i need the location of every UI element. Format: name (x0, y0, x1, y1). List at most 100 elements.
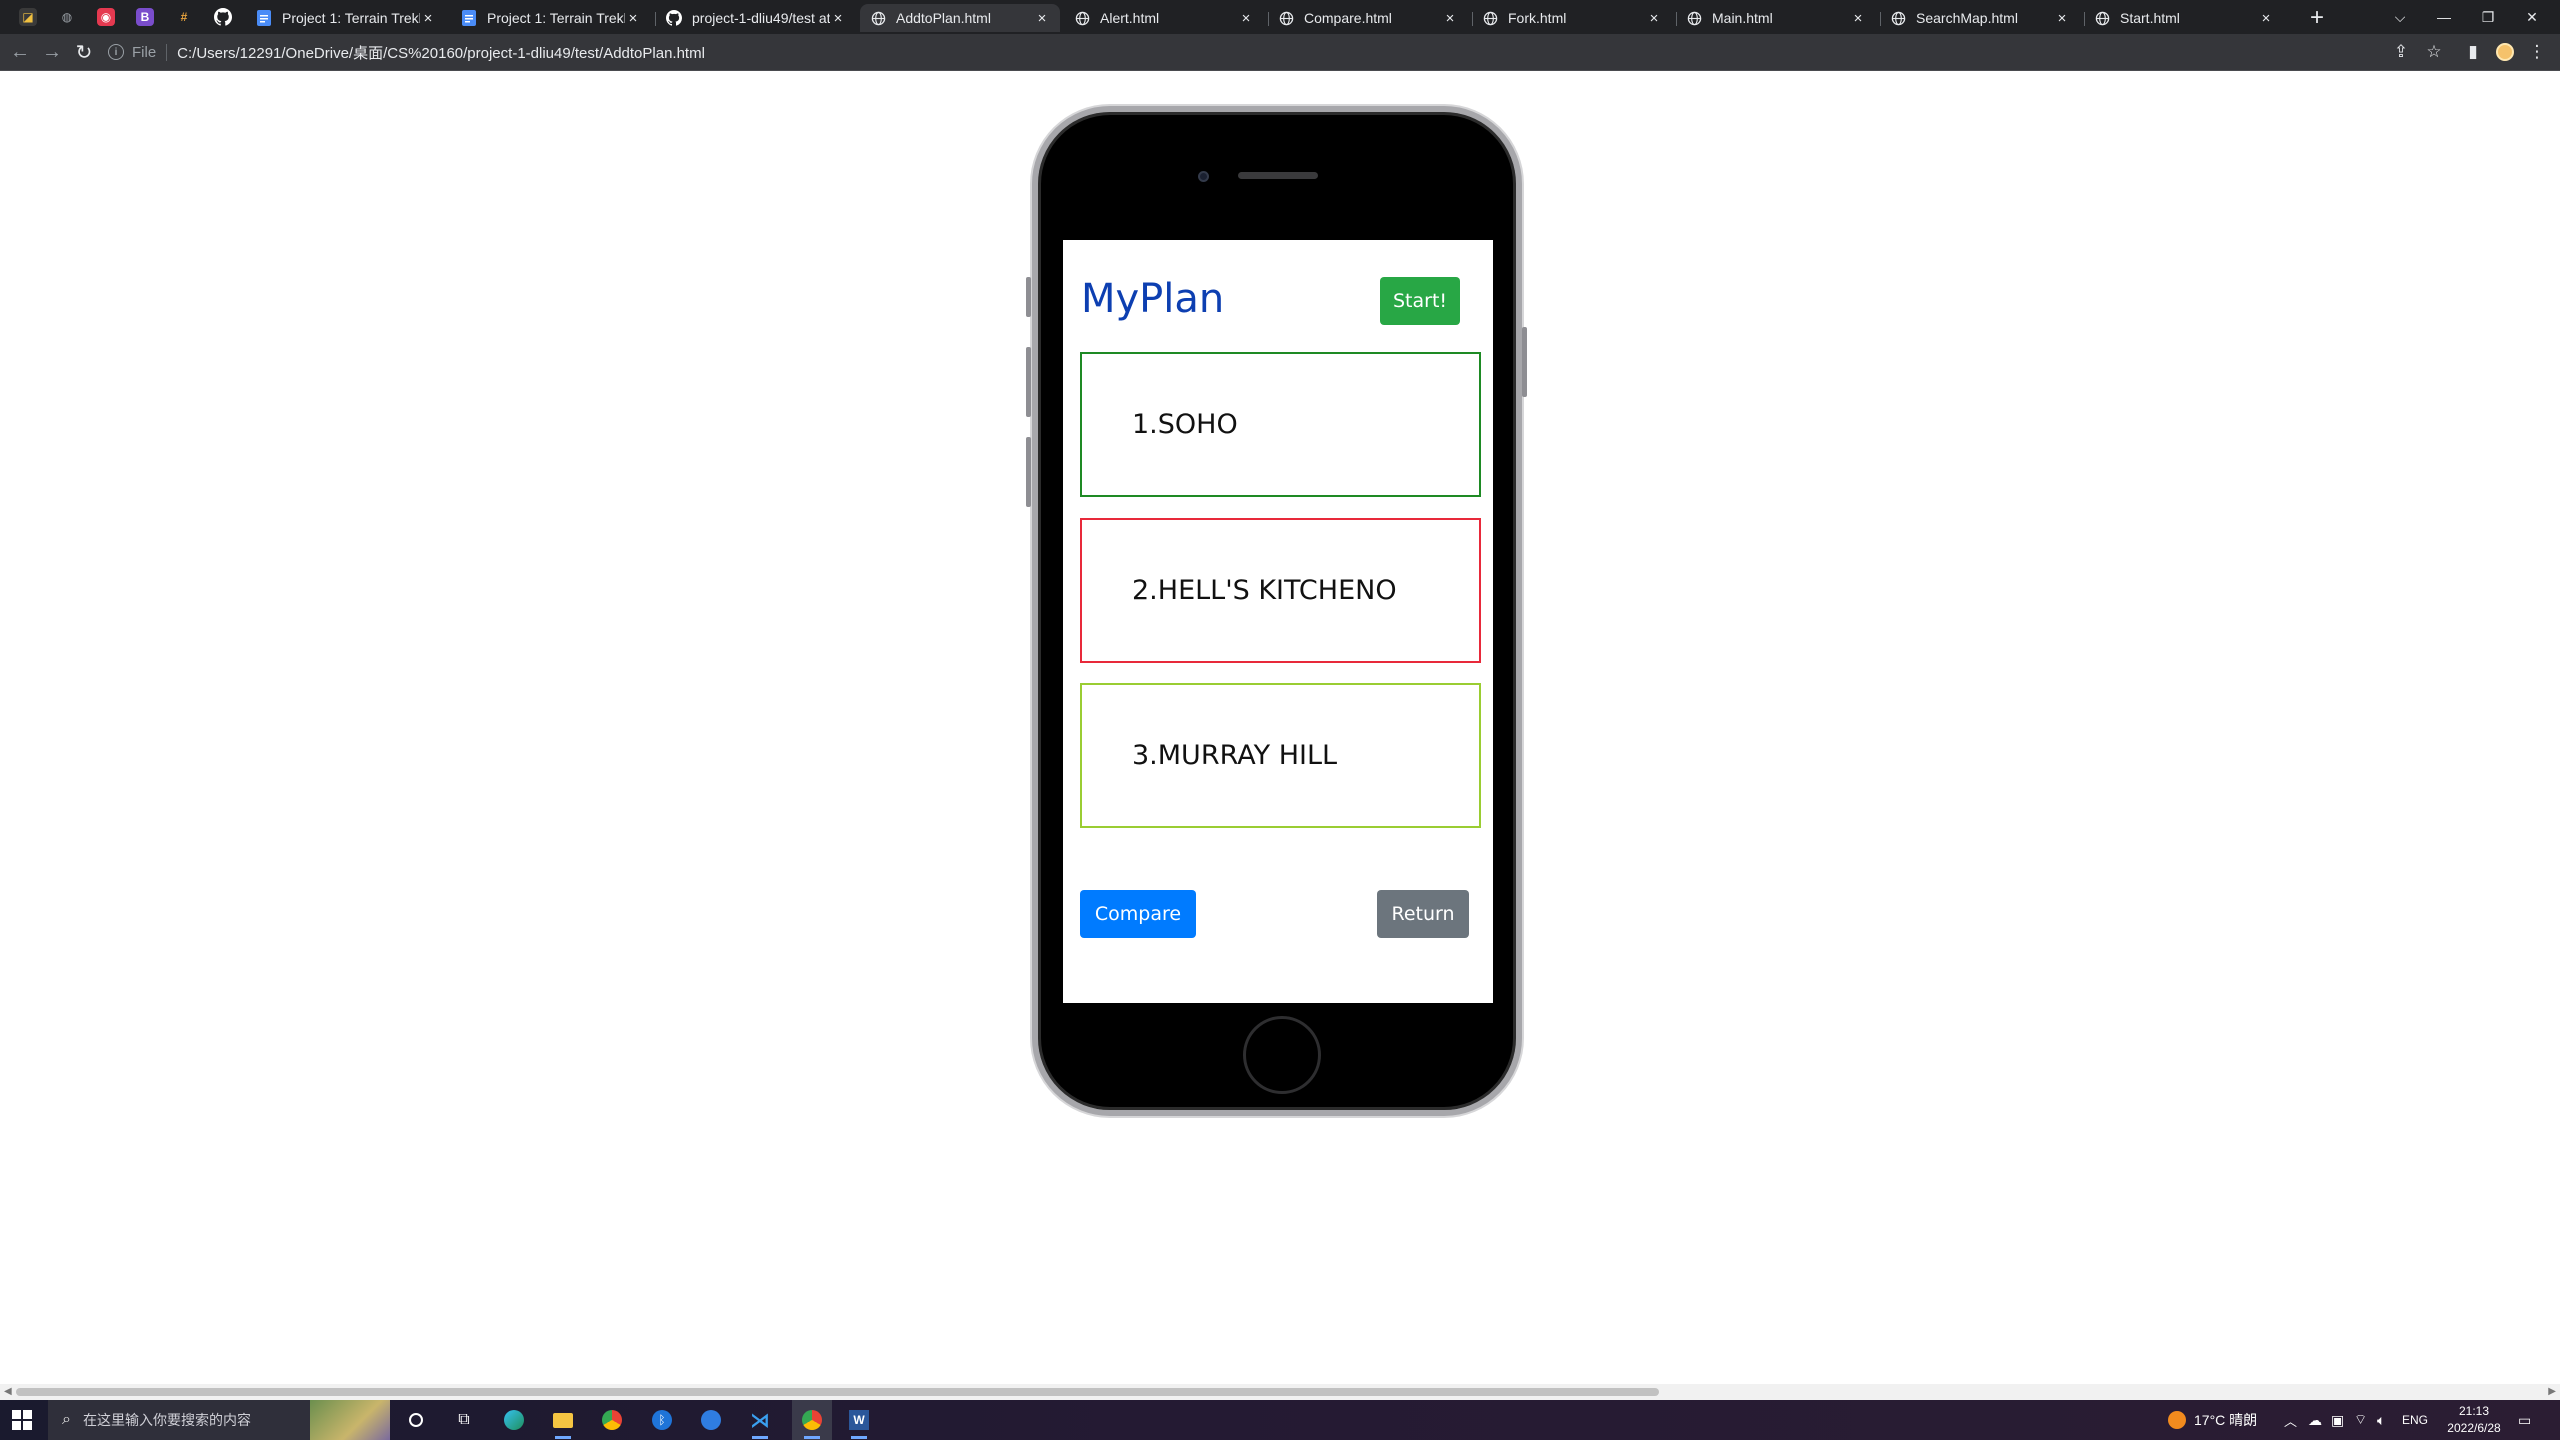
globe-icon (1074, 10, 1090, 26)
github-icon (214, 8, 232, 26)
scroll-left-arrow-icon[interactable]: ◀ (4, 1386, 12, 1397)
tab-searchmap[interactable]: SearchMap.html × (1880, 4, 2080, 32)
search-icon: ⌕ (62, 1411, 71, 1428)
back-arrow-icon[interactable]: ← (8, 40, 32, 64)
tab-compare[interactable]: Compare.html × (1268, 4, 1468, 32)
onedrive-icon[interactable]: ☁ (2308, 1400, 2322, 1440)
tab-github-repo[interactable]: project-1-dliu49/test at × (656, 4, 856, 32)
share-icon[interactable]: ⇪ (2390, 41, 2412, 63)
app-screen: MyPlan Start! 1.SOHO 2.HELL'S KITCHENO 3… (1063, 240, 1493, 1003)
globe-icon (1482, 10, 1498, 26)
tab-addtoplan[interactable]: AddtoPlan.html × (860, 4, 1060, 32)
file-explorer-icon[interactable] (549, 1406, 577, 1439)
pinned-app-icon-1: ◪ (19, 8, 37, 26)
menu-kebab-icon[interactable]: ⋮ (2526, 41, 2548, 63)
tab-label: Fork.html (1508, 10, 1567, 26)
show-hidden-icons-chevron-icon[interactable]: ︿ (2284, 1400, 2297, 1440)
pinned-tab-6[interactable] (208, 5, 238, 29)
phone-camera (1198, 171, 1209, 182)
system-clock[interactable]: 21:13 2022/6/28 (2440, 1403, 2508, 1437)
taskbar-search-box[interactable]: ⌕ 在这里输入你要搜索的内容 (48, 1400, 390, 1440)
pinned-tab-1[interactable]: ◪ (13, 5, 43, 29)
start-button[interactable]: Start! (1380, 277, 1460, 325)
side-panel-icon[interactable]: ▮ (2462, 41, 2484, 63)
close-icon[interactable]: × (1238, 10, 1254, 27)
horizontal-scrollbar[interactable]: ◀ ▶ (0, 1384, 2560, 1400)
tab-label: project-1-dliu49/test at (692, 10, 830, 26)
chrome-icon[interactable] (598, 1406, 626, 1434)
word-icon[interactable]: W (845, 1406, 873, 1439)
tab-project-doc-2[interactable]: Project 1: Terrain Trekker × (451, 4, 651, 32)
tab-project-doc-1[interactable]: Project 1: Terrain Trekker × (246, 4, 446, 32)
minimize-button[interactable]: — (2422, 0, 2466, 34)
new-tab-button[interactable]: + (2303, 4, 2331, 32)
bluetooth-app-icon[interactable]: ᛒ (648, 1406, 676, 1434)
close-icon[interactable]: × (1850, 10, 1866, 27)
close-icon[interactable]: × (2054, 10, 2070, 27)
pinned-tab-5[interactable]: # (169, 5, 199, 29)
scroll-right-arrow-icon[interactable]: ▶ (2548, 1386, 2556, 1397)
windows-start-icon[interactable] (12, 1410, 32, 1430)
clock-date: 2022/6/28 (2447, 1421, 2501, 1435)
pinned-tab-2[interactable]: ◍ (52, 5, 82, 29)
edge-icon[interactable] (500, 1406, 528, 1434)
docs-icon (256, 10, 272, 26)
docs-icon (461, 10, 477, 26)
url-text[interactable]: C:/Users/12291/OneDrive/桌面/CS%20160/proj… (177, 42, 705, 63)
tab-divider (655, 12, 656, 26)
volume-icon[interactable]: 🔈︎ (2377, 1400, 2385, 1440)
pinned-app-icon-3: ◉ (97, 8, 115, 26)
address-bar[interactable]: i File C:/Users/12291/OneDrive/桌面/CS%201… (108, 37, 2368, 67)
tab-label: Main.html (1712, 10, 1773, 26)
network-icon[interactable]: ⌔ (2354, 1400, 2367, 1440)
return-button[interactable]: Return (1377, 890, 1469, 938)
cortana-icon[interactable] (402, 1406, 430, 1434)
restore-button[interactable]: ❐ (2466, 0, 2510, 34)
globe-icon (1890, 10, 1906, 26)
plan-item-hells-kitchen[interactable]: 2.HELL'S KITCHENO (1080, 518, 1481, 663)
pinned-tab-3[interactable]: ◉ (91, 5, 121, 29)
bookmark-star-icon[interactable]: ☆ (2423, 41, 2445, 63)
remote-app-icon[interactable] (697, 1406, 725, 1434)
tab-label: Project 1: Terrain Trekker (282, 10, 420, 26)
pinned-app-icon-5: # (180, 10, 188, 24)
scrollbar-thumb[interactable] (16, 1388, 1659, 1396)
close-icon[interactable]: × (830, 10, 846, 27)
tab-search-chevron-icon[interactable]: ⌵ (2378, 0, 2422, 34)
globe-icon (870, 10, 886, 26)
display-icon[interactable]: ▣ (2331, 1400, 2344, 1440)
chrome-active-icon[interactable] (798, 1406, 826, 1439)
tab-divider (2084, 12, 2085, 26)
task-view-icon[interactable]: ⧉ (450, 1406, 478, 1434)
reload-icon[interactable]: ↻ (72, 40, 96, 64)
tab-label: Project 1: Terrain Trekker (487, 10, 625, 26)
phone-mute-switch (1026, 277, 1031, 317)
close-icon[interactable]: × (420, 10, 436, 27)
close-icon[interactable]: × (1442, 10, 1458, 27)
input-language[interactable]: ENG (2402, 1400, 2428, 1440)
phone-speaker (1238, 172, 1318, 179)
globe-icon (2094, 10, 2110, 26)
tab-main[interactable]: Main.html × (1676, 4, 1876, 32)
close-icon[interactable]: × (2258, 10, 2274, 27)
info-icon[interactable]: i (108, 44, 124, 60)
window-close-button[interactable]: ✕ (2510, 0, 2554, 34)
weather-widget[interactable]: 17°C 晴朗 (2168, 1400, 2257, 1440)
plan-item-soho[interactable]: 1.SOHO (1080, 352, 1481, 497)
pinned-tab-4[interactable]: B (130, 5, 160, 29)
notification-icon[interactable]: ▭ (2518, 1400, 2531, 1440)
close-icon[interactable]: × (1646, 10, 1662, 27)
phone-volume-up (1026, 347, 1031, 417)
pinned-app-icon-4: B (136, 8, 154, 26)
close-icon[interactable]: × (1034, 10, 1050, 27)
compare-button[interactable]: Compare (1080, 890, 1196, 938)
vscode-icon[interactable]: ⋊ (746, 1406, 774, 1439)
close-icon[interactable]: × (625, 10, 641, 27)
tab-start[interactable]: Start.html × (2084, 4, 2284, 32)
tab-fork[interactable]: Fork.html × (1472, 4, 1672, 32)
plan-item-murray-hill[interactable]: 3.MURRAY HILL (1080, 683, 1481, 828)
profile-avatar-icon[interactable] (2494, 41, 2516, 63)
tab-divider (1268, 12, 1269, 26)
tab-alert[interactable]: Alert.html × (1064, 4, 1264, 32)
forward-arrow-icon[interactable]: → (40, 40, 64, 64)
